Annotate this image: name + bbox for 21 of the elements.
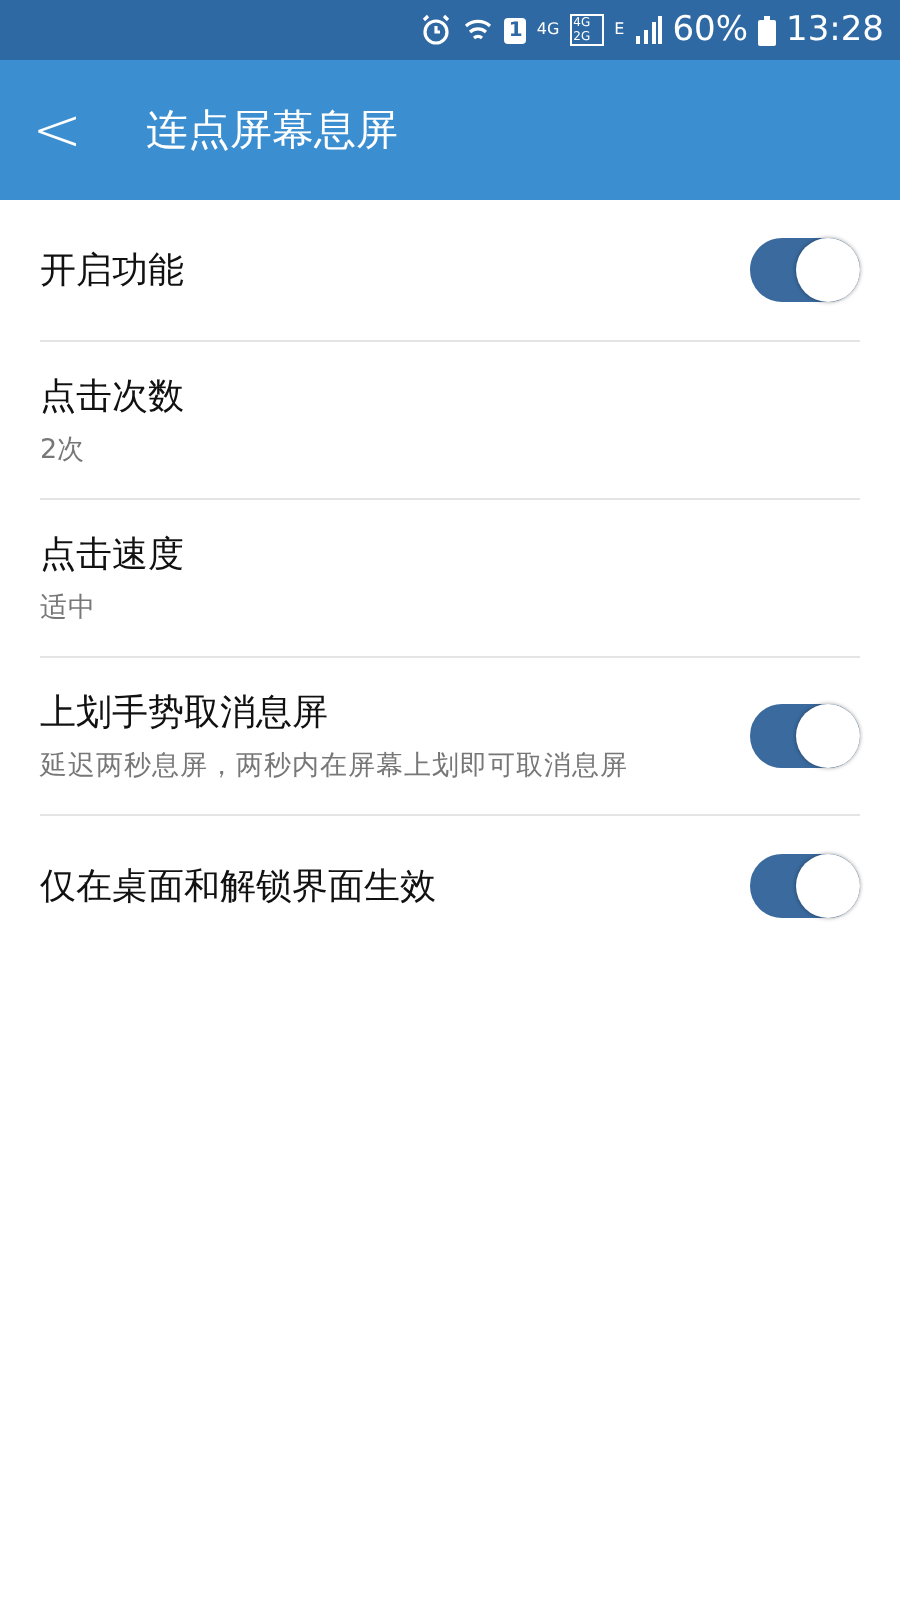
setting-title: 开启功能 xyxy=(40,248,184,294)
signal-icon xyxy=(634,16,663,44)
clock: 13:28 xyxy=(786,10,884,50)
data-type: E xyxy=(614,22,625,38)
battery-percent: 60% xyxy=(672,10,748,50)
battery-icon xyxy=(758,15,776,45)
setting-summary: 延迟两秒息屏，两秒内在屏幕上划即可取消息屏 xyxy=(40,748,628,784)
toggle-switch[interactable] xyxy=(750,854,860,918)
network-type: 4G xyxy=(536,22,560,38)
sim-icon: 1 xyxy=(504,17,527,43)
setting-title: 点击速度 xyxy=(40,532,184,578)
setting-title: 仅在桌面和解锁界面生效 xyxy=(40,864,436,910)
setting-summary: 2次 xyxy=(40,432,88,468)
toggle-switch[interactable] xyxy=(750,704,860,768)
alarm-icon xyxy=(420,14,453,46)
toggle-switch[interactable] xyxy=(750,238,860,302)
back-button[interactable]: < xyxy=(0,95,119,165)
setting-title: 点击次数 xyxy=(40,374,184,420)
setting-title: 上划手势取消息屏 xyxy=(40,690,330,736)
page-title: 连点屏幕息屏 xyxy=(146,104,399,158)
setting-summary: 适中 xyxy=(40,590,98,626)
